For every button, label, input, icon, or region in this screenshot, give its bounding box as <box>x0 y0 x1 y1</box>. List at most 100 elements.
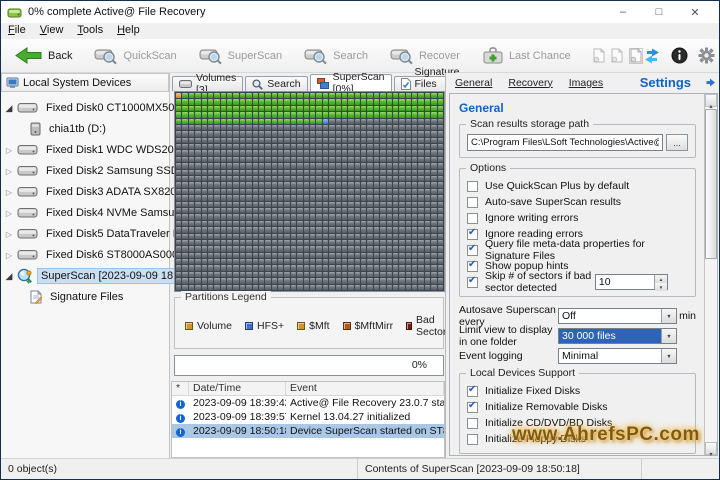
log-column-header[interactable]: * <box>172 382 189 395</box>
scan-grid-cell <box>329 265 335 271</box>
scroll-down-icon[interactable] <box>705 442 717 455</box>
checkbox[interactable] <box>467 196 478 208</box>
scan-grid-cell <box>348 233 354 239</box>
scan-grid-cell <box>329 246 335 252</box>
tree-item[interactable]: chia1tb (D:) <box>1 118 169 139</box>
menu-item-file[interactable]: File <box>1 23 33 39</box>
last-chance-button[interactable]: Last Chance <box>474 43 579 68</box>
dropdown[interactable]: 30 000 files <box>558 327 677 344</box>
dropdown[interactable]: Minimal <box>558 347 677 364</box>
menu-item-tools[interactable]: Tools <box>70 23 110 39</box>
settings-dropdown-rows: Autosave Superscan everyOffminLimit view… <box>459 304 696 364</box>
tree-collapsed-arrow-icon[interactable] <box>3 144 15 156</box>
close-results-button[interactable] <box>628 47 643 64</box>
tree-item[interactable]: SuperScan [2023-09-09 18:50:18] <box>1 265 211 286</box>
scan-grid-cell <box>195 144 201 150</box>
settings-nav-general[interactable]: General <box>455 77 492 89</box>
scrollbar-thumb[interactable] <box>705 109 717 259</box>
checkbox[interactable] <box>467 275 478 288</box>
checkbox[interactable] <box>467 400 478 413</box>
scan-grid-cell <box>182 176 188 182</box>
sector-skip-input[interactable]: 10 <box>594 274 668 291</box>
quickscan-button[interactable]: QuickScan <box>86 43 184 68</box>
scan-grid-cell <box>329 163 335 169</box>
tab-volumes[interactable]: Volumes [3] <box>172 72 244 96</box>
tab-search[interactable]: Search <box>245 76 308 91</box>
info-icon[interactable] <box>671 47 688 64</box>
checkbox[interactable] <box>467 417 478 429</box>
minimize-button[interactable]: – <box>605 6 641 18</box>
tree-item[interactable]: Fixed Disk6 ST8000AS0002-1NA17Z <box>1 244 228 265</box>
scan-grid-cell <box>252 207 258 214</box>
checkbox[interactable] <box>467 384 478 397</box>
scan-grid-cell <box>348 182 354 188</box>
checkbox[interactable] <box>467 243 478 256</box>
tree-collapsed-arrow-icon[interactable] <box>3 249 15 261</box>
log-row[interactable]: i 2023-09-09 18:39:57 Kernel 13.04.27 init… <box>172 410 444 424</box>
settings-nav-images[interactable]: Images <box>569 77 603 89</box>
menu-item-help[interactable]: Help <box>110 23 147 39</box>
tree-item[interactable]: Fixed Disk3 ADATA SX8200PNP <box>1 181 205 202</box>
tree-collapsed-arrow-icon[interactable] <box>3 228 15 240</box>
tree-collapsed-arrow-icon[interactable] <box>3 186 15 198</box>
tree-expanded-arrow-icon[interactable] <box>3 270 15 282</box>
close-button[interactable]: ✕ <box>677 6 713 19</box>
scrollbar-track[interactable] <box>705 107 717 442</box>
open-results-button[interactable] <box>593 48 607 64</box>
dropdown-arrow-icon[interactable] <box>661 308 676 323</box>
recover-button[interactable]: Recover <box>382 43 468 68</box>
tree-item[interactable]: Fixed Disk2 Samsung SSD 860 EVO 1TB <box>1 160 250 181</box>
log-row[interactable]: i 2023-09-09 18:50:18 Device SuperScan sta… <box>172 424 444 438</box>
spinner-down-icon[interactable] <box>655 283 667 291</box>
scan-grid-cell <box>431 150 437 156</box>
log-column-header[interactable]: Event <box>286 382 444 395</box>
scan-path-input[interactable] <box>467 134 663 151</box>
checkbox[interactable] <box>467 259 478 272</box>
spinner-up-icon[interactable] <box>655 275 667 283</box>
scan-grid-cell <box>386 207 392 214</box>
checkbox[interactable] <box>467 433 478 445</box>
back-button[interactable]: Back <box>7 43 80 68</box>
scan-path-browse-button[interactable]: ... <box>666 134 688 151</box>
scan-grid-cell <box>386 163 392 169</box>
scan-grid-cell <box>392 137 399 144</box>
tree-expanded-arrow-icon[interactable] <box>3 102 15 114</box>
save-results-button[interactable] <box>611 48 625 64</box>
scan-grid-cell <box>271 188 278 195</box>
tree-collapsed-arrow-icon[interactable] <box>3 165 15 177</box>
scroll-up-icon[interactable] <box>705 94 717 107</box>
tree-item[interactable]: Fixed Disk0 CT1000MX500SSD1 <box>1 97 209 118</box>
tree-item[interactable]: Fixed Disk5 DataTraveler Max <box>1 223 194 244</box>
checkbox[interactable] <box>467 212 478 224</box>
checkbox[interactable] <box>467 180 478 192</box>
log-row[interactable]: i 2023-09-09 18:39:42 Active@ File Recover… <box>172 396 444 410</box>
scan-grid-cell <box>207 169 214 176</box>
tree-item[interactable]: Signature Files <box>1 286 169 307</box>
menu-item-view[interactable]: View <box>33 23 71 39</box>
gear-icon[interactable] <box>698 47 715 64</box>
scan-grid-cell <box>278 239 284 246</box>
scan-grid-cell <box>412 137 418 144</box>
dropdown-arrow-icon[interactable] <box>661 328 676 343</box>
settings-nav-recovery[interactable]: Recovery <box>508 77 552 89</box>
settings-scrollbar[interactable] <box>704 94 717 455</box>
scan-grid-cell <box>207 150 214 156</box>
search-button[interactable]: Search <box>296 43 376 68</box>
transfer-arrows-icon[interactable] <box>643 48 661 64</box>
collapse-panel-arrow-icon[interactable] <box>705 77 717 88</box>
tree-item[interactable]: Fixed Disk1 WDC WDS200T2B0B-00YS70 <box>1 139 256 160</box>
tree-item[interactable]: Fixed Disk4 NVMe Samsung SSD 970 <box>1 202 234 223</box>
tab-superscan[interactable]: SuperScan [0%] <box>309 71 392 95</box>
log-column-header[interactable]: Date/Time <box>189 382 286 395</box>
tree-collapsed-arrow-icon[interactable] <box>3 207 15 219</box>
checkbox[interactable] <box>467 227 478 240</box>
scan-grid-cell <box>297 195 303 201</box>
superscan-button[interactable]: SuperScan <box>191 43 290 68</box>
dropdown[interactable]: Off <box>558 307 677 324</box>
maximize-button[interactable]: □ <box>641 6 677 18</box>
dropdown-arrow-icon[interactable] <box>661 348 676 363</box>
scan-grid-cell <box>335 124 341 131</box>
scan-grid-cell <box>424 207 431 214</box>
scan-grid-cell <box>176 182 182 188</box>
scan-grid-cell <box>188 150 195 156</box>
